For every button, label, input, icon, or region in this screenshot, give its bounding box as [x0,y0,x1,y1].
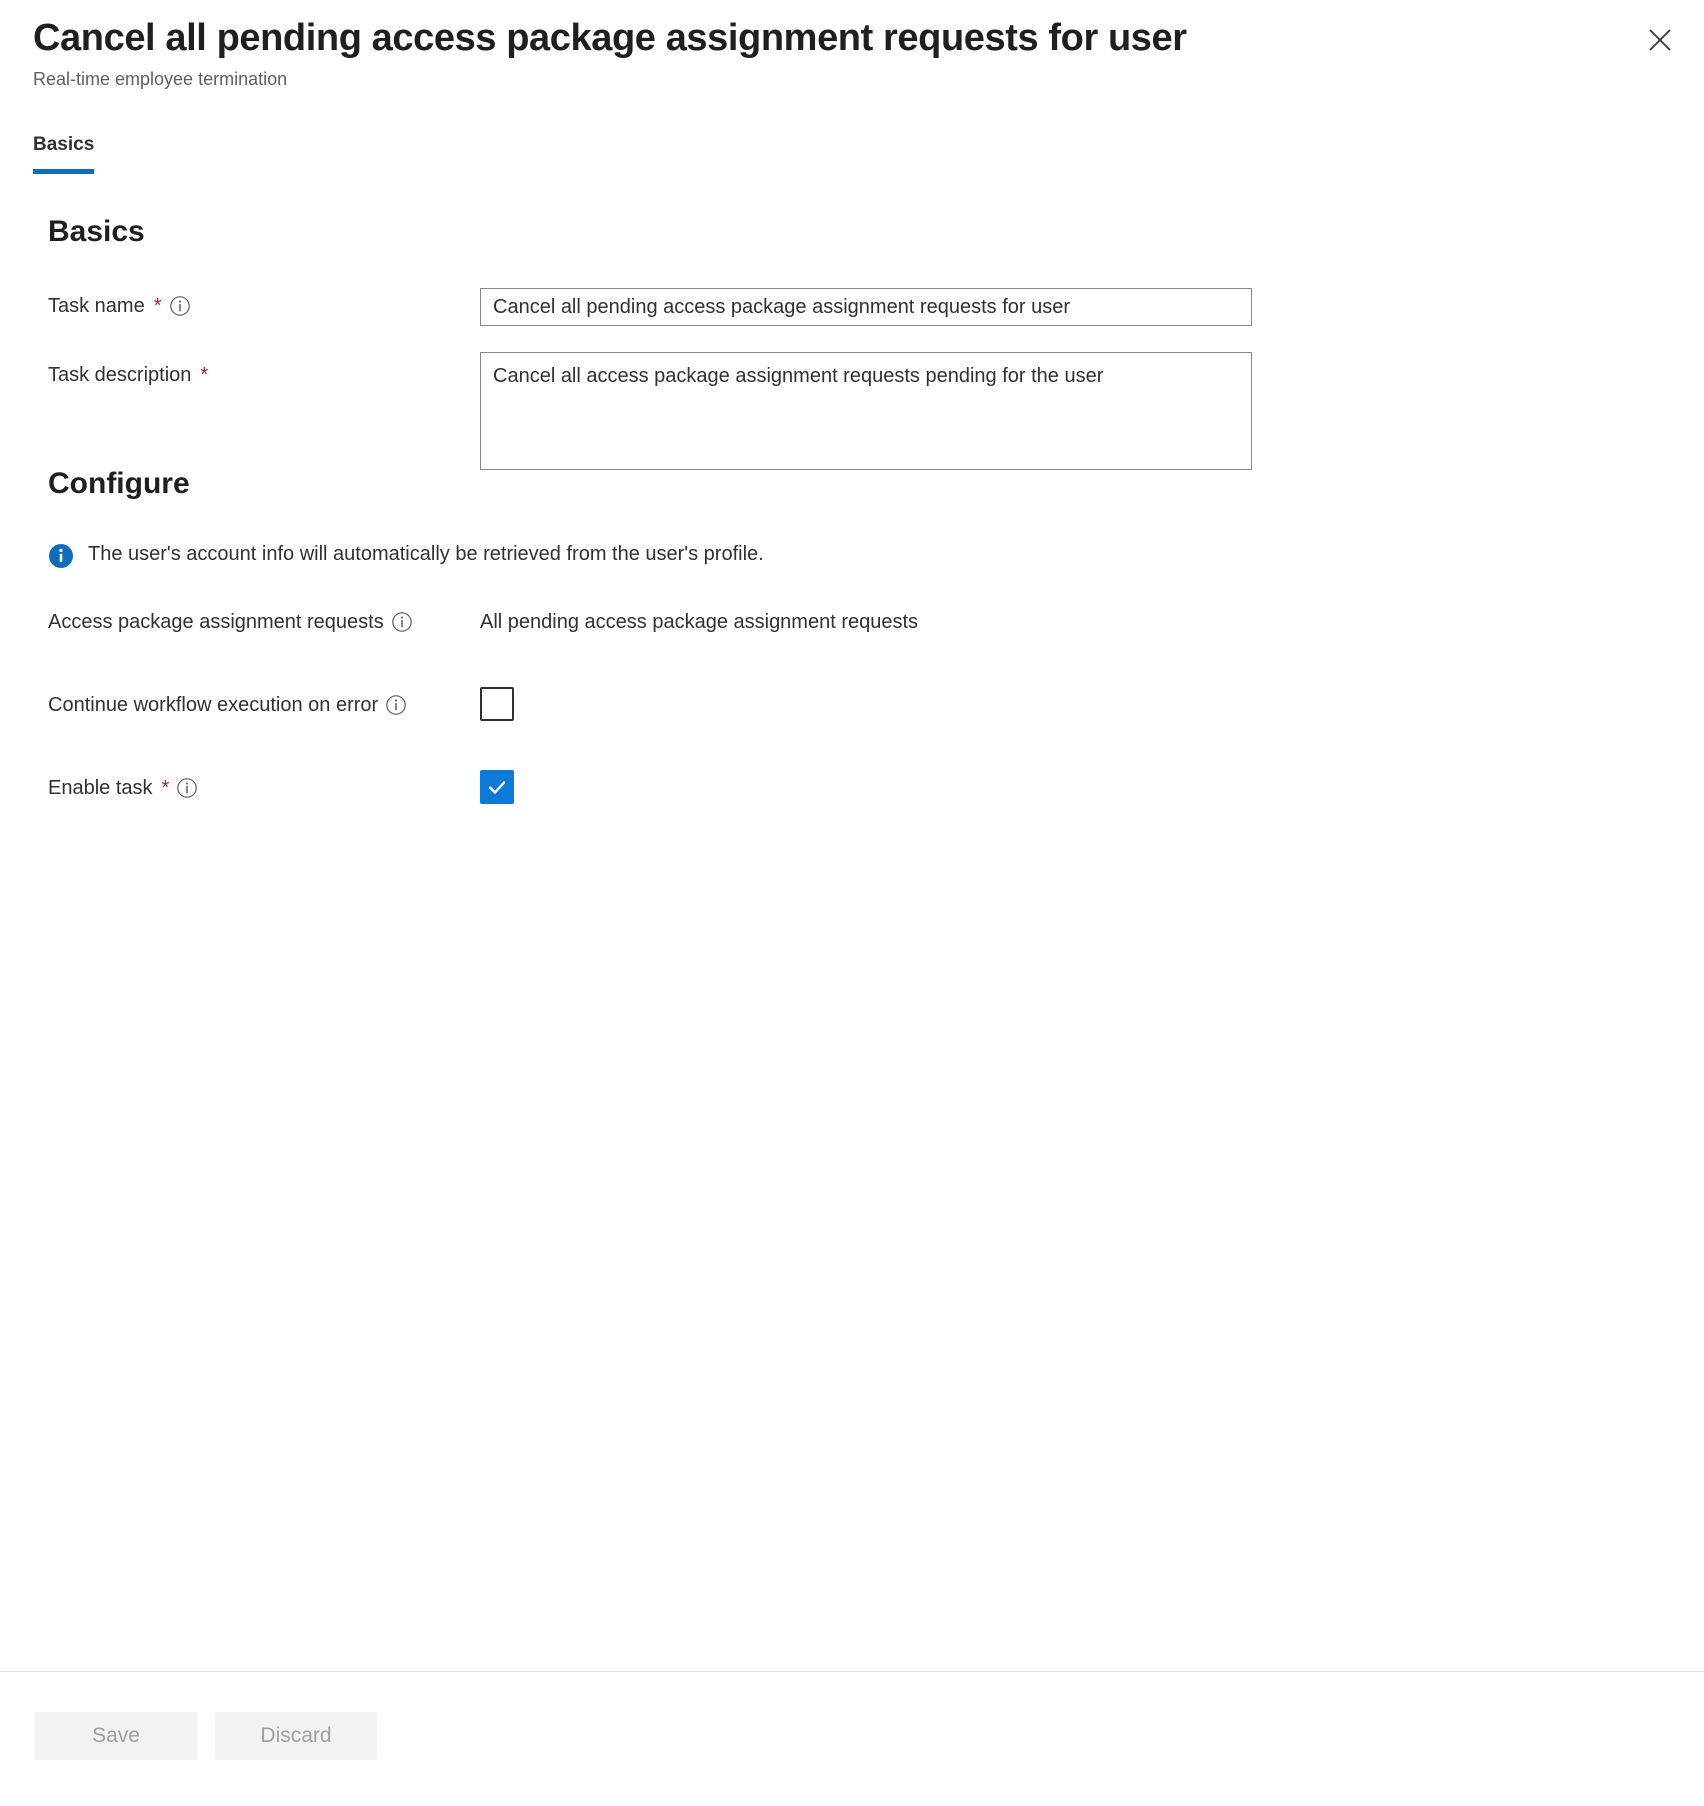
enable-task-checkbox[interactable] [480,770,514,804]
tabstrip: Basics [33,132,95,174]
basics-section-heading: Basics [48,215,145,248]
task-description-label: Task description * [48,361,208,389]
info-filled-icon [48,543,74,569]
task-description-label-text: Task description [48,364,192,386]
info-circle-icon[interactable] [391,611,413,633]
tab-basics[interactable]: Basics [33,132,95,174]
page-subtitle: Real-time employee termination [33,69,288,89]
task-name-label: Task name * [48,292,191,320]
enable-task-label: Enable task * [48,774,198,802]
panel-content: Basics Task name * Task description * Co… [0,196,1704,1672]
access-package-requests-value: All pending access package assignment re… [480,611,919,633]
continue-on-error-label: Continue workflow execution on error [48,691,407,719]
configure-section-heading: Configure [48,467,190,500]
footer-button-group: Save Discard [35,1712,377,1760]
info-circle-icon[interactable] [385,694,407,716]
task-name-label-text: Task name [48,295,145,317]
info-circle-icon[interactable] [176,777,198,799]
discard-button[interactable]: Discard [215,1712,377,1760]
enable-task-label-text: Enable task [48,777,153,799]
required-indicator: * [161,777,170,799]
continue-on-error-checkbox[interactable] [480,687,514,721]
page-title: Cancel all pending access package assign… [33,17,1187,59]
access-package-requests-label-text: Access package assignment requests [48,611,384,633]
required-indicator: * [153,295,162,317]
close-button[interactable] [1638,18,1682,62]
configure-info-text: The user's account info will automatical… [88,543,764,565]
panel-footer: Save Discard [0,1671,1704,1806]
task-name-input[interactable] [480,288,1252,326]
task-description-textarea[interactable] [480,352,1252,470]
panel-header: Cancel all pending access package assign… [0,0,1704,118]
required-indicator: * [200,364,209,386]
access-package-requests-label: Access package assignment requests [48,608,413,636]
continue-on-error-label-text: Continue workflow execution on error [48,694,379,716]
tab-basics-label: Basics [33,134,95,155]
save-button[interactable]: Save [35,1712,197,1760]
checkmark-icon [486,776,508,798]
configure-info-banner: The user's account info will automatical… [48,540,764,569]
close-icon [1645,25,1675,55]
info-circle-icon[interactable] [169,295,191,317]
